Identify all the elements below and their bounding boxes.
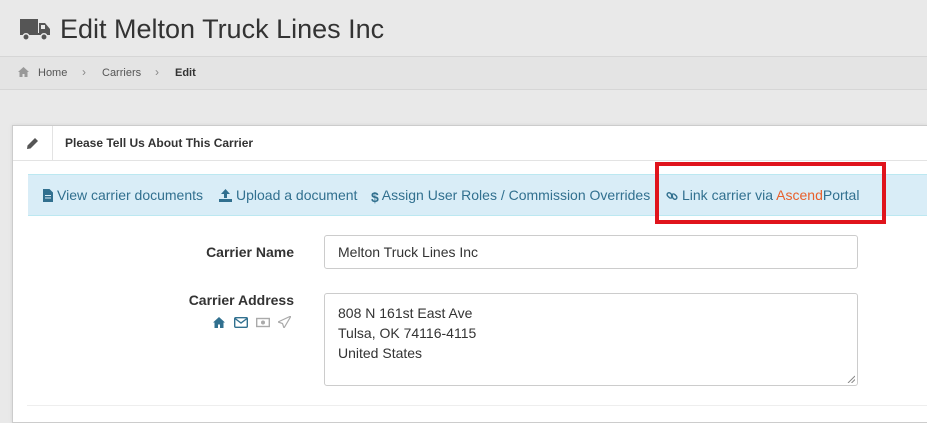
view-documents-link[interactable]: View carrier documents [43,187,203,203]
breadcrumb: Home › Carriers › Edit [0,56,927,90]
breadcrumb-current: Edit [175,67,196,79]
address-line-1: 808 N 161st East Ave [338,305,473,321]
upload-document-link[interactable]: Upload a document [219,187,357,203]
assign-roles-label: Assign User Roles / Commission Overrides [381,187,651,203]
breadcrumb-carriers-link[interactable]: Carriers [102,66,141,80]
home-icon[interactable] [213,315,225,333]
carrier-name-label: Carrier Name [206,244,294,260]
upload-icon [219,189,232,202]
file-icon [43,189,53,202]
address-line-2: Tulsa, OK 74116-4115 [338,325,477,341]
carrier-address-label: Carrier Address [188,292,294,308]
section-divider [27,405,927,406]
assign-roles-link[interactable]: $ Assign User Roles / Commission Override… [371,187,650,205]
dollar-icon: $ [371,189,379,205]
home-icon [18,67,29,77]
pencil-icon [27,138,38,149]
resize-handle-icon[interactable] [847,375,855,383]
highlight-annotation-box [655,162,886,224]
address-line-3: United States [338,345,423,361]
card-header: Please Tell Us About This Carrier [13,126,927,161]
pencil-box [13,126,53,160]
truck-icon [20,19,50,41]
breadcrumb-home-link[interactable]: Home [38,66,67,80]
carrier-name-input[interactable] [324,235,858,269]
money-icon[interactable] [255,315,271,333]
view-documents-label: View carrier documents [57,187,204,203]
envelope-icon[interactable] [233,315,249,333]
upload-document-label: Upload a document [236,187,358,203]
chevron-right-icon: › [82,65,86,79]
page-header: Edit Melton Truck Lines Inc [0,0,927,56]
paper-plane-icon[interactable] [276,314,293,333]
card-title: Please Tell Us About This Carrier [65,136,254,150]
carrier-address-textarea[interactable]: 808 N 161st East Ave Tulsa, OK 74116-411… [324,293,858,386]
page-title: Edit Melton Truck Lines Inc [60,14,385,44]
chevron-right-icon: › [155,65,159,79]
